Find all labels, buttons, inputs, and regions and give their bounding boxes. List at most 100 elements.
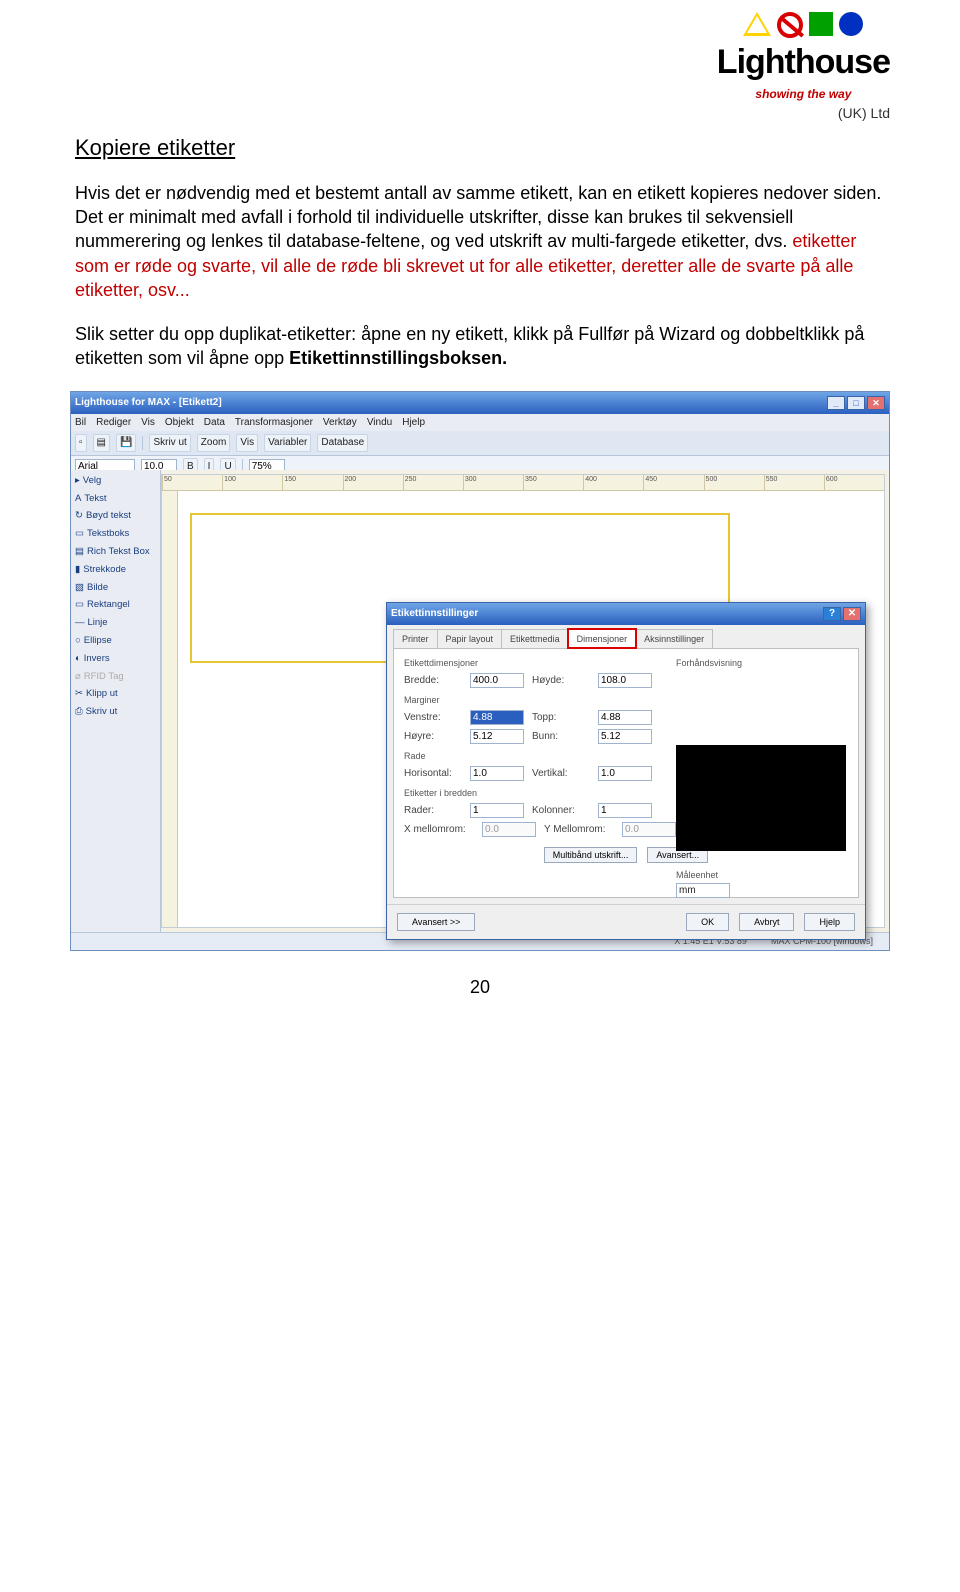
logo-block: Lighthouse showing the way (UK) Ltd <box>717 12 890 123</box>
menu-trans[interactable]: Transformasjoner <box>235 416 313 430</box>
tab-aks[interactable]: Aksinnstillinger <box>635 629 713 648</box>
multiband-button[interactable]: Multibånd utskrift... <box>544 847 638 863</box>
app-titlebar: Lighthouse for MAX - [Etikett2] _ □ ✕ <box>71 392 889 414</box>
logo-tagline: showing the way <box>717 86 890 102</box>
tool-sidebar: ▸ Velg A Tekst ↻ Bøyd tekst ▭ Tekstboks … <box>71 470 161 932</box>
menu-vis[interactable]: Vis <box>141 416 155 430</box>
dialog-titlebar: Etikettinnstillinger ? ✕ <box>387 603 865 625</box>
tb-vars[interactable]: Variabler <box>264 434 311 452</box>
dialog-tabs: Printer Papir layout Etikettmedia Dimens… <box>387 625 865 648</box>
tb-open-icon[interactable]: ▤ <box>93 434 110 452</box>
left-label: Venstre: <box>404 711 462 725</box>
tb-new-icon[interactable]: ▫ <box>75 434 87 452</box>
content-block: Kopiere etiketter Hvis det er nødvendig … <box>0 123 960 371</box>
right-input[interactable] <box>470 729 524 744</box>
preview-label: Forhåndsvisning <box>676 657 846 669</box>
menu-vindu[interactable]: Vindu <box>367 416 392 430</box>
menu-data[interactable]: Data <box>204 416 225 430</box>
tb-view[interactable]: Vis <box>236 434 258 452</box>
menu-objekt[interactable]: Objekt <box>165 416 194 430</box>
sidebar-barcode[interactable]: ▮ Strekkode <box>75 563 156 578</box>
screenshot-container: Lighthouse for MAX - [Etikett2] _ □ ✕ Bi… <box>70 391 890 951</box>
tb-save-icon[interactable]: 💾 <box>116 434 136 452</box>
tb-db[interactable]: Database <box>317 434 368 452</box>
sidebar-ellipse[interactable]: ○ Ellipse <box>75 634 156 649</box>
logo-suffix: (UK) Ltd <box>717 104 890 123</box>
unit-label: Måleenhet <box>676 869 846 881</box>
page-header: Lighthouse showing the way (UK) Ltd <box>0 0 960 123</box>
help-button[interactable]: Hjelp <box>804 913 855 931</box>
xgap-label: X mellomrom: <box>404 823 474 837</box>
xgap-input <box>482 822 536 837</box>
sidebar-bilde[interactable]: ▧ Bilde <box>75 581 156 596</box>
logo-name: Lighthouse <box>717 40 890 86</box>
sidebar-rfid: ⌀ RFID Tag <box>75 670 156 685</box>
maximize-button[interactable]: □ <box>847 396 865 410</box>
paragraph-2: Slik setter du opp duplikat-etiketter: å… <box>75 322 885 371</box>
top-label: Topp: <box>532 711 590 725</box>
sidebar-skriv[interactable]: ⎙ Skriv ut <box>75 705 156 720</box>
toolbar: ▫ ▤ 💾 Skriv ut Zoom Vis Variabler Databa… <box>71 431 889 456</box>
window-controls: _ □ ✕ <box>827 396 885 410</box>
height-label: Høyde: <box>532 674 590 688</box>
settings-dialog: Etikettinnstillinger ? ✕ Printer Papir l… <box>386 602 866 940</box>
rows-label: Rader: <box>404 804 462 818</box>
triangle-icon <box>743 12 771 36</box>
tab-dimensjoner[interactable]: Dimensjoner <box>568 629 637 648</box>
sidebar-tekstboks[interactable]: ▭ Tekstboks <box>75 527 156 542</box>
sidebar-invers[interactable]: ◐ Invers <box>75 652 156 667</box>
tab-media[interactable]: Etikettmedia <box>501 629 569 648</box>
v-input[interactable] <box>598 766 652 781</box>
ruler-vertical <box>162 491 178 927</box>
menu-bar: Bil Rediger Vis Objekt Data Transformasj… <box>71 414 889 432</box>
unit-value[interactable]: mm <box>676 883 730 898</box>
circle-icon <box>839 12 863 36</box>
preview-panel: Forhåndsvisning Måleenhet mm <box>676 657 846 898</box>
sidebar-rekt[interactable]: ▭ Rektangel <box>75 598 156 613</box>
sidebar-linje[interactable]: — Linje <box>75 616 156 631</box>
h-input[interactable] <box>470 766 524 781</box>
right-label: Høyre: <box>404 730 462 744</box>
advanced-button[interactable]: Avansert >> <box>397 913 475 931</box>
rows-input[interactable] <box>470 803 524 818</box>
page-number: 20 <box>0 975 960 999</box>
ygap-input <box>622 822 676 837</box>
ok-button[interactable]: OK <box>686 913 729 931</box>
sidebar-rich[interactable]: ▤ Rich Tekst Box <box>75 545 156 560</box>
tb-print[interactable]: Skriv ut <box>149 434 190 452</box>
dialog-help-icon[interactable]: ? <box>823 607 841 621</box>
minimize-button[interactable]: _ <box>827 396 845 410</box>
h-label: Horisontal: <box>404 767 462 781</box>
left-input[interactable] <box>470 710 524 725</box>
cols-input[interactable] <box>598 803 652 818</box>
menu-verktoy[interactable]: Verktøy <box>323 416 357 430</box>
bottom-input[interactable] <box>598 729 652 744</box>
dialog-bottom-buttons: Avansert >> OK Avbryt Hjelp <box>387 904 865 939</box>
tb-zoom[interactable]: Zoom <box>197 434 231 452</box>
sidebar-klipp[interactable]: ✂ Klipp ut <box>75 687 156 702</box>
width-input[interactable] <box>470 673 524 688</box>
dialog-body: Etikettdimensjoner Bredde: Høyde: Margin… <box>393 648 859 898</box>
tab-printer[interactable]: Printer <box>393 629 438 648</box>
height-input[interactable] <box>598 673 652 688</box>
width-label: Bredde: <box>404 674 462 688</box>
cancel-button[interactable]: Avbryt <box>739 913 794 931</box>
menu-rediger[interactable]: Rediger <box>96 416 131 430</box>
preview-box <box>676 721 846 851</box>
app-title: Lighthouse for MAX - [Etikett2] <box>75 396 222 410</box>
sidebar-boyd[interactable]: ↻ Bøyd tekst <box>75 509 156 524</box>
tb-sep <box>142 436 143 450</box>
cols-label: Kolonner: <box>532 804 590 818</box>
menu-bil[interactable]: Bil <box>75 416 86 430</box>
square-icon <box>809 12 833 36</box>
ygap-label: Y Mellomrom: <box>544 823 614 837</box>
ruler-horizontal: 50100150200250300350400450500550600 <box>162 475 884 491</box>
close-button[interactable]: ✕ <box>867 396 885 410</box>
tab-papir[interactable]: Papir layout <box>437 629 503 648</box>
v-label: Vertikal: <box>532 767 590 781</box>
dialog-close-icon[interactable]: ✕ <box>843 607 861 621</box>
sidebar-velg[interactable]: ▸ Velg <box>75 474 156 489</box>
menu-hjelp[interactable]: Hjelp <box>402 416 425 430</box>
top-input[interactable] <box>598 710 652 725</box>
sidebar-tekst[interactable]: A Tekst <box>75 492 156 507</box>
